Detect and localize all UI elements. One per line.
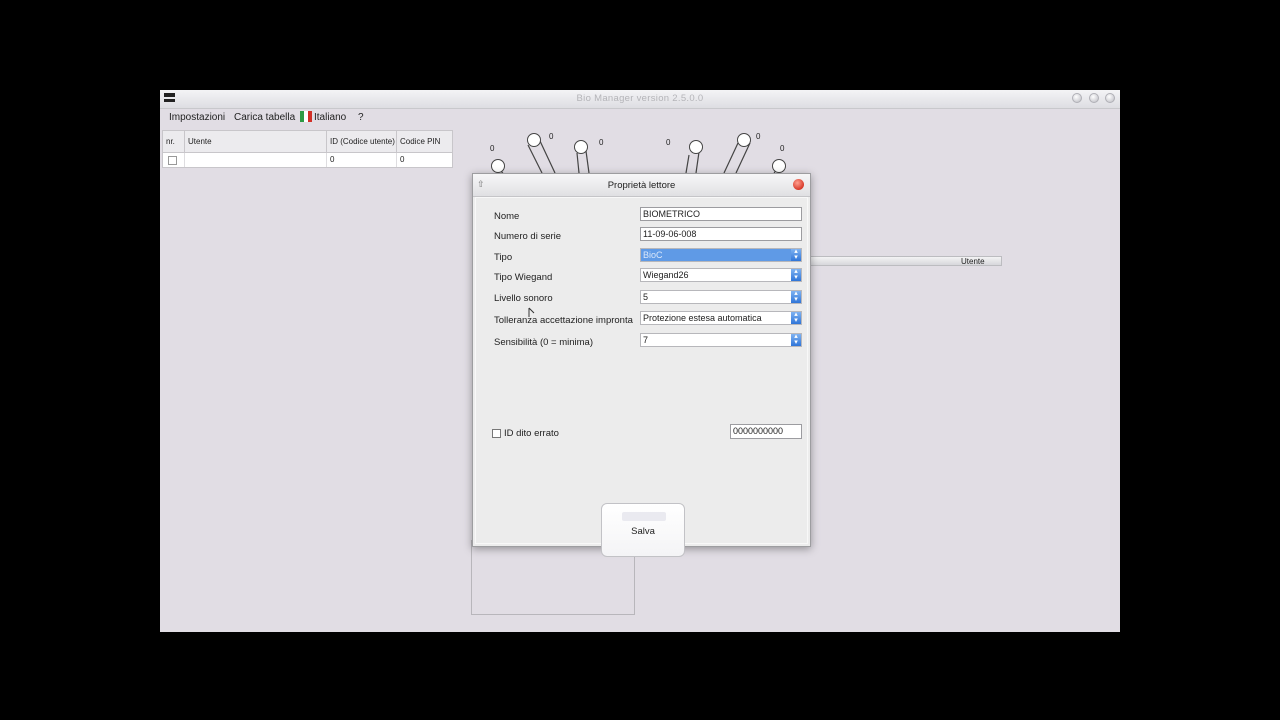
id-dito-errato-checkbox[interactable] xyxy=(492,429,501,438)
id-dito-errato-input[interactable]: 0000000000 xyxy=(730,424,802,439)
menu-help[interactable]: ? xyxy=(358,112,364,123)
finger-left-middle[interactable] xyxy=(574,140,588,154)
finger-left-ring[interactable] xyxy=(527,133,541,147)
nome-input[interactable]: BIOMETRICO xyxy=(640,207,802,221)
col-nr[interactable]: nr. xyxy=(163,131,185,152)
label-tipo-wiegand: Tipo Wiegand xyxy=(494,272,553,283)
label-numero-serie: Numero di serie xyxy=(494,231,562,242)
numero-serie-input[interactable]: 11-09-06-008 xyxy=(640,227,802,241)
table-row[interactable]: 0 0 xyxy=(163,153,452,167)
table-header: nr. Utente ID (Codice utente) Codice PIN xyxy=(163,131,452,153)
livello-sonoro-select[interactable]: 5 ▴ ▾ xyxy=(640,290,802,304)
dialog-title: Proprietà lettore xyxy=(607,180,676,191)
window-titlebar[interactable]: Bio Manager version 2.5.0.0 xyxy=(160,90,1120,109)
finger-count: 0 xyxy=(756,132,761,141)
tolleranza-select[interactable]: Protezione estesa automatica ▴ ▾ xyxy=(640,311,802,325)
dialog-titlebar[interactable]: ⇧ Proprietà lettore xyxy=(473,174,810,197)
updown-arrows-icon: ▴ ▾ xyxy=(791,248,801,261)
label-nome: Nome xyxy=(494,211,520,222)
id-dito-errato-label[interactable]: ID dito errato xyxy=(504,428,559,439)
finger-count: 0 xyxy=(490,144,495,153)
tolleranza-value: Protezione estesa automatica xyxy=(643,313,762,323)
label-tolleranza: Tolleranza accettazione impronta xyxy=(494,315,633,326)
finger-right-ring[interactable] xyxy=(737,133,751,147)
mouse-cursor-icon xyxy=(528,307,535,317)
save-button[interactable]: Salva xyxy=(601,503,685,557)
reader-properties-dialog: ⇧ Proprietà lettore Nome BIOMETRICO Nume… xyxy=(472,173,811,557)
label-tipo: Tipo xyxy=(494,252,513,263)
finger-right-middle[interactable] xyxy=(689,140,703,154)
menu-language[interactable]: Italiano xyxy=(314,112,346,123)
users-list-column-utente[interactable]: Utente xyxy=(961,257,985,267)
minimize-button[interactable] xyxy=(1072,93,1082,103)
col-id[interactable]: ID (Codice utente) xyxy=(327,131,397,152)
menu-carica-tabella[interactable]: Carica tabella xyxy=(234,112,295,123)
sensibilita-select[interactable]: 7 ▴ ▾ xyxy=(640,333,802,347)
maximize-button[interactable] xyxy=(1089,93,1099,103)
hands-diagram xyxy=(497,140,777,180)
finger-count: 0 xyxy=(549,132,554,141)
italian-flag-icon xyxy=(300,111,312,122)
updown-arrows-icon: ▴ ▾ xyxy=(791,311,801,324)
menu-impostazioni[interactable]: Impostazioni xyxy=(169,112,225,123)
tipo-select-value: BioC xyxy=(643,250,663,260)
cell-nr xyxy=(163,153,185,167)
finger-left-little[interactable] xyxy=(491,159,505,173)
updown-arrows-icon: ▴ ▾ xyxy=(791,333,801,346)
label-livello-sonoro: Livello sonoro xyxy=(494,293,553,304)
finger-count: 0 xyxy=(666,138,671,147)
finger-right-little[interactable] xyxy=(772,159,786,173)
updown-arrows-icon: ▴ ▾ xyxy=(791,268,801,281)
row-checkbox[interactable] xyxy=(168,156,177,165)
col-pin[interactable]: Codice PIN xyxy=(397,131,452,152)
finger-count: 0 xyxy=(599,138,604,147)
dialog-body: Nome BIOMETRICO Numero di serie 11-09-06… xyxy=(475,197,808,557)
tipo-wiegand-value: Wiegand26 xyxy=(643,270,689,280)
tipo-select[interactable]: BioC ▴ ▾ xyxy=(640,248,802,262)
tipo-wiegand-select[interactable]: Wiegand26 ▴ ▾ xyxy=(640,268,802,282)
livello-sonoro-value: 5 xyxy=(643,292,649,302)
users-table: nr. Utente ID (Codice utente) Codice PIN… xyxy=(162,130,453,168)
dialog-close-button[interactable] xyxy=(793,179,804,190)
button-gloss xyxy=(622,512,666,521)
sensibilita-value: 7 xyxy=(643,335,649,345)
updown-arrows-icon: ▴ ▾ xyxy=(791,290,801,303)
cell-id[interactable]: 0 xyxy=(327,153,397,167)
label-sensibilita: Sensibilità (0 = minima) xyxy=(494,337,593,348)
finger-count: 0 xyxy=(780,144,785,153)
col-utente[interactable]: Utente xyxy=(185,131,327,152)
cell-utente[interactable] xyxy=(185,153,327,167)
window-title: Bio Manager version 2.5.0.0 xyxy=(576,93,704,104)
save-button-label: Salva xyxy=(631,526,655,537)
cell-pin[interactable]: 0 xyxy=(397,153,452,167)
window-close-button[interactable] xyxy=(1105,93,1115,103)
